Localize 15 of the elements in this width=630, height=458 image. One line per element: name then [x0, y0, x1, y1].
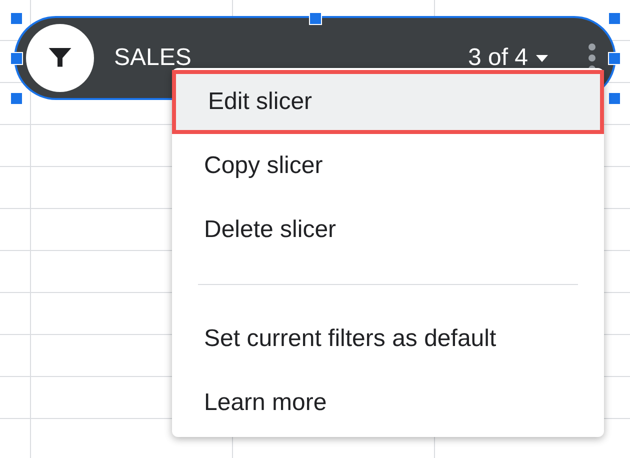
filter-icon	[26, 24, 94, 92]
resize-handle[interactable]	[608, 12, 621, 25]
menu-item[interactable]: Edit slicer	[172, 70, 604, 134]
caret-icon	[536, 54, 548, 62]
menu-item[interactable]: Learn more	[172, 371, 604, 435]
slicer-title: SALES	[114, 43, 192, 73]
resize-handle[interactable]	[608, 92, 621, 105]
resize-handle[interactable]	[10, 52, 23, 65]
resize-handle[interactable]	[309, 12, 322, 25]
menu-item[interactable]: Delete slicer	[172, 198, 604, 262]
resize-handle[interactable]	[608, 52, 621, 65]
resize-handle[interactable]	[10, 12, 23, 25]
menu-item[interactable]: Copy slicer	[172, 134, 604, 198]
resize-handle[interactable]	[10, 92, 23, 105]
menu-item[interactable]: Set current filters as default	[172, 307, 604, 371]
